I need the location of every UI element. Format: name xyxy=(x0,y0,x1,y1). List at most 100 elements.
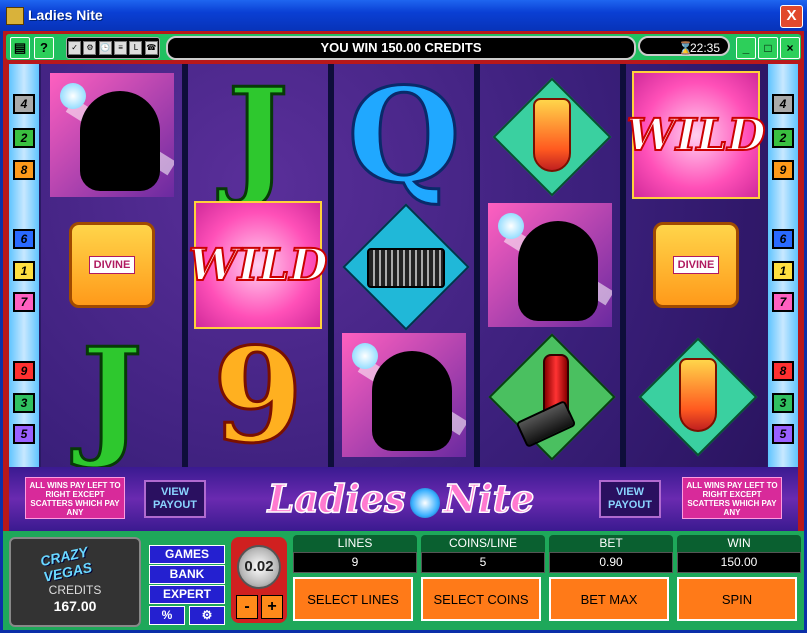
phone-icon[interactable]: ☎ xyxy=(144,41,158,55)
maximize-button[interactable]: □ xyxy=(758,37,778,59)
win-message: YOU WIN 150.00 CREDITS xyxy=(166,36,636,60)
symbol-q: Q xyxy=(346,57,462,213)
check-icon[interactable]: ✓ xyxy=(68,41,82,55)
payline-marker-left[interactable]: 1 xyxy=(13,261,35,281)
banner: ALL WINS PAY LEFT TO RIGHT EXCEPT SCATTE… xyxy=(9,467,798,531)
bet-max-button[interactable]: BET MAX xyxy=(549,577,669,621)
left-payline-panel: 4 2 8 6 1 7 9 3 5 xyxy=(9,64,39,467)
reel-cell xyxy=(483,330,617,461)
bet-info: BET 0.90 xyxy=(549,535,673,575)
reel-cell: Q xyxy=(337,57,471,213)
clock-time: 22:35 xyxy=(689,41,720,55)
games-button[interactable]: GAMES xyxy=(149,545,225,564)
title-bar: Ladies Nite X xyxy=(0,0,807,31)
payline-marker-left[interactable]: 3 xyxy=(13,393,35,413)
payline-marker-right[interactable]: 8 xyxy=(772,361,794,381)
settings-icon[interactable]: ⚙ xyxy=(83,41,97,55)
payline-marker-right[interactable]: 5 xyxy=(772,424,794,444)
game-logo: Ladies Nite xyxy=(241,473,561,525)
coins-info: COINS/LINE 5 xyxy=(421,535,545,575)
spin-button[interactable]: SPIN xyxy=(677,577,797,621)
close-game-button[interactable]: × xyxy=(780,37,800,59)
payline-marker-right[interactable]: 3 xyxy=(772,393,794,413)
reel-cell: J xyxy=(45,317,179,473)
reel-separator xyxy=(328,64,334,467)
payline-marker-left[interactable]: 4 xyxy=(13,94,35,114)
lines-label: LINES xyxy=(293,535,417,552)
win-info: WIN 150.00 xyxy=(677,535,801,575)
payline-marker-left[interactable]: 8 xyxy=(13,160,35,180)
payline-marker-right[interactable]: 7 xyxy=(772,292,794,312)
coins-value: 5 xyxy=(421,552,545,573)
coin-value: 0.02 xyxy=(237,545,281,589)
payline-marker-left[interactable]: 2 xyxy=(13,128,35,148)
reel-cell: WILD xyxy=(625,70,767,200)
credits-value: 167.00 xyxy=(53,598,97,614)
credits-label: CREDITS xyxy=(48,583,102,597)
help-button[interactable]: ? xyxy=(34,37,54,59)
menu-icon[interactable]: ▤ xyxy=(10,37,30,59)
lines-value: 9 xyxy=(293,552,417,573)
reel-cell xyxy=(45,70,179,200)
coin-minus-button[interactable]: - xyxy=(236,595,258,619)
select-coins-button[interactable]: SELECT COINS xyxy=(421,577,541,621)
select-lines-button[interactable]: SELECT LINES xyxy=(293,577,413,621)
reel-cell: DIVINE xyxy=(45,200,179,330)
pay-note-left: ALL WINS PAY LEFT TO RIGHT EXCEPT SCATTE… xyxy=(25,477,125,519)
expert-button[interactable]: EXPERT xyxy=(149,585,225,604)
app-icon xyxy=(6,7,24,25)
reel-separator xyxy=(620,64,626,467)
percent-button[interactable]: % xyxy=(149,606,185,625)
reel-cell xyxy=(483,70,617,200)
payline-marker-left[interactable]: 5 xyxy=(13,424,35,444)
reel-area: DIVINE J J WILD 9 Q WILD DIVINE xyxy=(41,57,767,473)
limits-icon[interactable]: L xyxy=(129,41,143,55)
view-payout-right-button[interactable]: VIEW PAYOUT xyxy=(599,480,661,518)
symbol-wild: WILD xyxy=(625,71,767,199)
symbol-diva-icon xyxy=(488,203,612,327)
symbol-purse-icon xyxy=(342,203,470,331)
reel-separator xyxy=(182,64,188,467)
settings-gear-icon[interactable]: ⚙ xyxy=(189,606,225,625)
payline-marker-right[interactable]: 6 xyxy=(772,229,794,249)
reel-cell: J xyxy=(191,57,325,213)
view-payout-left-button[interactable]: VIEW PAYOUT xyxy=(144,480,206,518)
payline-marker-right[interactable]: 4 xyxy=(772,94,794,114)
coin-plus-button[interactable]: + xyxy=(261,595,283,619)
close-button[interactable]: X xyxy=(780,5,803,28)
reel-cell xyxy=(337,200,471,331)
payline-marker-left[interactable]: 7 xyxy=(13,292,35,312)
stats-icon[interactable]: ≡ xyxy=(114,41,128,55)
reel-cell: WILD xyxy=(187,200,329,330)
reel-separator xyxy=(474,64,480,467)
win-label: WIN xyxy=(677,535,801,552)
clock: ⌛ 22:35 xyxy=(638,36,730,56)
symbol-j: J xyxy=(226,57,290,213)
window-title: Ladies Nite xyxy=(28,7,103,23)
reel-cell xyxy=(483,200,617,330)
symbol-lipstick-icon xyxy=(488,333,616,461)
history-icon[interactable]: 🕒 xyxy=(98,41,112,55)
win-value: 150.00 xyxy=(677,552,801,573)
minimize-button[interactable]: _ xyxy=(736,37,756,59)
symbol-cocktail-icon xyxy=(492,77,612,197)
bet-label: BET xyxy=(549,535,673,552)
lines-info: LINES 9 xyxy=(293,535,417,575)
reel-cell: DIVINE xyxy=(629,200,763,330)
bet-value: 0.90 xyxy=(549,552,673,573)
bank-button[interactable]: BANK xyxy=(149,565,225,584)
reel-window: 4 2 8 6 1 7 9 3 5 DIVINE J J WILD 9 Q WILD DIVINE 4 2 9 6 1… xyxy=(9,57,798,473)
symbol-j: J xyxy=(80,317,144,473)
credits-box: CRAZY VEGAS CREDITS 167.00 xyxy=(9,537,141,627)
toolbar: ▤ ? ✓ ⚙ 🕒 ≡ L ☎ YOU WIN 150.00 CREDITS ⌛… xyxy=(6,34,801,60)
payline-marker-right[interactable]: 2 xyxy=(772,128,794,148)
payline-marker-right[interactable]: 1 xyxy=(772,261,794,281)
tool-strip: ✓ ⚙ 🕒 ≡ L ☎ xyxy=(66,37,160,59)
control-panel: CRAZY VEGAS CREDITS 167.00 GAMES BANK EX… xyxy=(3,531,804,630)
payline-marker-left[interactable]: 9 xyxy=(13,361,35,381)
symbol-wild: WILD xyxy=(187,201,329,329)
right-payline-panel: 4 2 9 6 1 7 8 3 5 xyxy=(768,64,798,467)
coin-panel: 0.02 - + xyxy=(231,537,287,623)
payline-marker-left[interactable]: 6 xyxy=(13,229,35,249)
payline-marker-right[interactable]: 9 xyxy=(772,160,794,180)
